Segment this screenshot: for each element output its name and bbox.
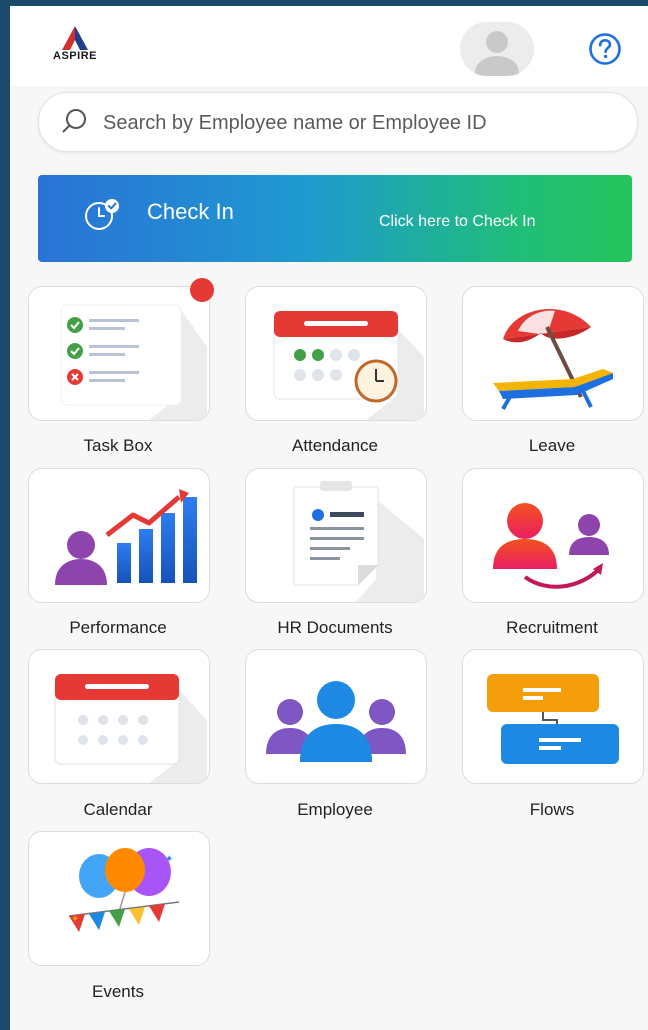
hr-documents-tile[interactable] (245, 468, 427, 603)
leave-tile[interactable] (462, 286, 644, 421)
svg-text:✦: ✦ (165, 854, 173, 865)
attendance-label: Attendance (291, 436, 378, 455)
calendar-tile[interactable] (28, 649, 210, 784)
recruitment-label: Recruitment (506, 618, 598, 637)
recruitment-icon (493, 503, 609, 589)
performance-label: Performance (69, 618, 167, 637)
help-button[interactable] (588, 32, 622, 66)
check-in-title: Check In (147, 199, 234, 224)
hr-documents-label: HR Documents (277, 618, 393, 637)
task-box-tile[interactable] (28, 286, 210, 421)
app-header: ASPIRE (10, 6, 648, 86)
calendar-label: Calendar (83, 800, 153, 819)
search-icon (62, 109, 86, 133)
task-box-label: Task Box (83, 436, 153, 455)
search-input[interactable] (101, 103, 625, 143)
performance-tile[interactable] (28, 468, 210, 603)
svg-text:✦: ✦ (71, 914, 79, 925)
attendance-icon (273, 311, 424, 420)
avatar[interactable] (460, 22, 534, 76)
leave-icon (493, 309, 613, 410)
clock-check-icon (85, 199, 119, 230)
employee-tile[interactable] (245, 649, 427, 784)
employee-label: Employee (297, 800, 373, 819)
hr-documents-icon (293, 481, 424, 602)
performance-icon (55, 489, 197, 585)
search-bar (38, 92, 638, 152)
user-avatar-icon (475, 31, 519, 76)
flows-tile[interactable] (462, 649, 644, 784)
recruitment-tile[interactable] (462, 468, 644, 603)
attendance-tile[interactable] (245, 286, 427, 421)
aspire-logo: ASPIRE (40, 24, 110, 68)
flows-label: Flows (529, 800, 575, 819)
flows-icon (487, 674, 619, 764)
leave-label: Leave (528, 436, 576, 455)
app-screen: ASPIRE Search by Employee name or Employ… (10, 6, 648, 1030)
check-in-button[interactable]: Check In Click here to Check In (38, 175, 632, 262)
events-icon: ✦ ✦ (68, 848, 180, 932)
task-box-icon (60, 304, 207, 420)
calendar-icon (54, 674, 207, 783)
logo-text: ASPIRE (53, 50, 97, 62)
question-icon (589, 33, 621, 65)
employee-icon (266, 681, 406, 762)
check-in-subtitle: Click here to Check In (379, 213, 536, 230)
notification-badge (190, 278, 214, 302)
events-label: Events (92, 982, 144, 1001)
events-tile[interactable]: ✦ ✦ (28, 831, 210, 966)
